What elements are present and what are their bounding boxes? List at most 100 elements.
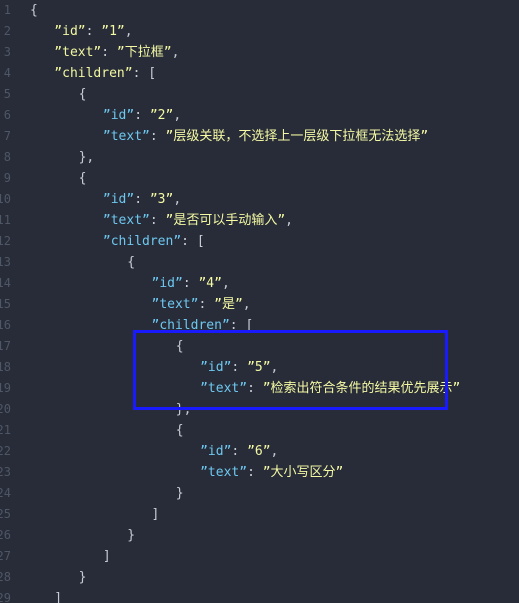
code-token-punc: ]: [54, 591, 63, 603]
line-number: 11: [0, 213, 11, 227]
code-token-punc: {: [127, 255, 136, 270]
code-token-colon: :: [149, 129, 166, 144]
gutter-row: 16: [0, 315, 24, 336]
gutter-row: 27: [0, 546, 24, 567]
code-line[interactable]: ”id”: ”6”,: [200, 441, 278, 462]
code-editor[interactable]: 1 2 3 4 5 6 7 8 9 10 11 12 13 14 15 16 17 18 19 20 21 22 23 24 2…: [0, 0, 519, 603]
gutter-row: 11: [0, 210, 24, 231]
gutter-row: 4: [0, 63, 24, 84]
code-token-punc: },: [175, 402, 192, 417]
code-line[interactable]: {: [127, 252, 135, 273]
line-number: 2: [3, 24, 11, 38]
code-line[interactable]: ”id”: ”2”,: [103, 105, 181, 126]
code-line[interactable]: ]: [54, 588, 62, 603]
code-token-keyn: ”text”: [200, 381, 248, 396]
line-number: 5: [3, 87, 11, 101]
gutter-row: 15: [0, 294, 24, 315]
code-line[interactable]: ”text”: ”检索出符合条件的结果优先展示”: [200, 378, 460, 399]
code-line[interactable]: ”text”: ”下拉框”,: [54, 42, 179, 63]
line-number: 12: [0, 234, 11, 248]
code-token-punc: [: [245, 318, 254, 333]
code-line[interactable]: ”text”: ”是”,: [152, 294, 251, 315]
code-token-colon: :: [231, 444, 248, 459]
code-line[interactable]: ”id”: ”3”,: [103, 189, 181, 210]
code-token-str: ”下拉框”: [116, 45, 172, 60]
line-number: 4: [3, 66, 11, 80]
code-line[interactable]: ”text”: ”大小写区分”: [200, 462, 343, 483]
code-token-punc: {: [78, 87, 87, 102]
code-content[interactable]: {”id”: ”1”, ”text”: ”下拉框”, ”children”: [{”…: [24, 0, 519, 603]
gutter-row: 5: [0, 84, 24, 105]
gutter-row: 21: [0, 420, 24, 441]
code-token-key1: ”text”: [54, 45, 102, 60]
code-token-keyn: ”children”: [102, 234, 182, 249]
code-token-punc: {: [30, 3, 38, 18]
code-token-colon: :: [101, 45, 117, 60]
code-token-punc: ,: [285, 213, 293, 228]
code-token-keyn: ”id”: [200, 360, 232, 375]
code-line[interactable]: {: [30, 0, 38, 21]
line-number: 6: [3, 108, 11, 122]
code-line[interactable]: },: [79, 147, 95, 168]
line-number: 9: [3, 171, 11, 185]
code-token-colon: :: [247, 465, 263, 480]
code-token-str: ”5”: [247, 360, 271, 375]
line-number: 22: [0, 444, 11, 458]
code-line[interactable]: ]: [152, 504, 160, 525]
line-number: 18: [0, 360, 11, 374]
code-line[interactable]: ”text”: ”是否可以手动输入”,: [103, 210, 293, 231]
code-line[interactable]: {: [176, 336, 184, 357]
code-line[interactable]: ”children”: [: [103, 231, 205, 252]
line-number-gutter: 1 2 3 4 5 6 7 8 9 10 11 12 13 14 15 16 17 18 19 20 21 22 23 24 2…: [0, 0, 24, 603]
code-line[interactable]: }: [176, 483, 184, 504]
code-token-colon: :: [231, 360, 248, 375]
code-token-keyn: ”children”: [151, 318, 230, 333]
code-line[interactable]: {: [79, 168, 87, 189]
code-token-key1: ”id”: [54, 24, 86, 39]
code-line[interactable]: }: [127, 525, 135, 546]
code-line[interactable]: ”children”: [: [152, 315, 254, 336]
line-number: 10: [0, 192, 11, 206]
code-line[interactable]: },: [176, 399, 192, 420]
code-token-colon: :: [85, 24, 102, 39]
code-token-keyn: ”text”: [151, 297, 199, 312]
code-token-str: ”4”: [198, 276, 222, 291]
code-line[interactable]: }: [79, 567, 87, 588]
code-token-colon: :: [247, 381, 263, 396]
gutter-row: 17: [0, 336, 24, 357]
gutter-row: 10: [0, 189, 24, 210]
gutter-row: 6: [0, 105, 24, 126]
code-token-str: ”3”: [149, 192, 174, 207]
code-token-str: ”检索出符合条件的结果优先展示”: [262, 381, 461, 396]
line-number: 3: [3, 45, 11, 59]
line-number: 1: [3, 3, 11, 17]
line-number: 7: [3, 129, 11, 143]
code-token-punc: [: [196, 234, 205, 249]
code-token-punc: ,: [124, 24, 133, 39]
code-token-punc: {: [78, 171, 87, 186]
code-token-keyn: ”text”: [102, 129, 150, 144]
code-line[interactable]: {: [176, 420, 184, 441]
code-line[interactable]: ”children”: [: [54, 63, 156, 84]
code-line[interactable]: ”text”: ”层级关联，不选择上一层级下拉框无法选择”: [103, 126, 428, 147]
code-line[interactable]: ”id”: ”4”,: [152, 273, 230, 294]
code-token-punc: ,: [242, 297, 251, 312]
gutter-row: 1: [0, 0, 24, 21]
line-number: 16: [0, 318, 11, 332]
line-number: 23: [0, 465, 11, 479]
code-token-colon: :: [134, 108, 150, 123]
code-line[interactable]: ]: [103, 546, 111, 567]
line-number: 26: [0, 528, 11, 542]
line-number: 15: [0, 297, 11, 311]
code-token-keyn: ”id”: [102, 192, 135, 207]
code-line[interactable]: ”id”: ”5”,: [200, 357, 278, 378]
code-line[interactable]: {: [79, 84, 87, 105]
code-line[interactable]: ”id”: ”1”,: [54, 21, 132, 42]
line-number: 29: [0, 591, 11, 603]
gutter-row: 28: [0, 567, 24, 588]
gutter-row: 24: [0, 483, 24, 504]
code-token-colon: :: [132, 66, 149, 81]
code-token-punc: ,: [270, 444, 279, 459]
gutter-row: 25: [0, 504, 24, 525]
code-token-punc: }: [127, 528, 136, 543]
